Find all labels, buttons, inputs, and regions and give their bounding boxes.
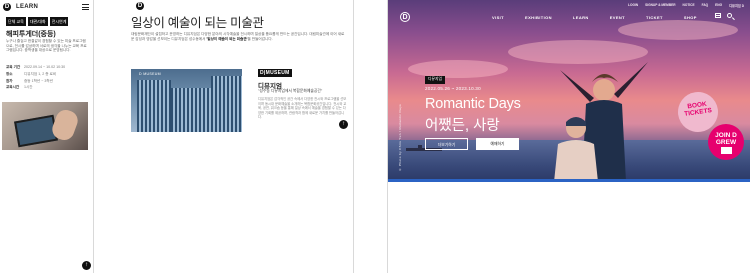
info-row: 장소 디뮤지엄 1, 2 층 로비 [6, 71, 88, 78]
program-info: 교육 기간 2022.09.14 ~ 10.02 10:30 장소 디뮤지엄 1, … [6, 64, 88, 91]
nav-notice[interactable]: NOTICE [683, 3, 695, 8]
program-title: 해피투게더(중등) [6, 31, 56, 38]
museum-logo-badge: D|MUSEUM [258, 69, 292, 77]
nav-login[interactable]: LOGIN [628, 3, 638, 8]
nav-visit[interactable]: VISIT [492, 15, 504, 20]
tab-rental[interactable]: 대관/대화 [27, 17, 48, 26]
info-label: 교육시간 [6, 85, 20, 90]
nav-family-site[interactable]: 디뮤지엄 D [729, 3, 744, 8]
nav-lang[interactable]: ENG [715, 3, 722, 8]
museum-tagline: "성수동 디뮤지엄에서 복합문화예술공간" [258, 89, 323, 93]
info-value: 2022.09.14 ~ 10.02 10:30 [24, 65, 66, 69]
cloud-shape [618, 20, 738, 40]
hero-panel: LOGIN SIGNUP & MEMBER NOTICE FAQ ENG 디뮤지… [388, 0, 750, 182]
book-button[interactable]: 예매하기 [476, 138, 519, 150]
info-row: 교육 기간 2022.09.14 ~ 10.02 10:30 [6, 64, 88, 71]
join-sticker-label: JOIN D GREW [715, 132, 737, 146]
panel-divider [353, 0, 354, 273]
mobile-learn-panel: D LEARN 단체 교육 대관/대화 전시연계 해피투게더(중등) 누구나 즐… [0, 0, 93, 273]
info-value: 디뮤지엄 1, 2 층 로비 [24, 71, 57, 76]
intro-emphasis: '일상이 예술이 되는 미술관' [206, 37, 248, 41]
scroll-top-button[interactable]: ↑ [339, 120, 348, 129]
exhibition-title: Romantic Days [425, 96, 521, 112]
panel-divider [93, 0, 94, 273]
nav-ticket[interactable]: TICKET [646, 15, 663, 20]
info-row: 교육시간 1시간 [6, 84, 88, 91]
cloud-shape [408, 60, 508, 78]
museum-building-photo: D MUSEUM [131, 69, 242, 132]
tab-exhibition-linked[interactable]: 전시연계 [49, 17, 69, 26]
person-silhouette [554, 117, 598, 182]
scroll-top-button[interactable]: ↑ [82, 261, 91, 270]
utility-nav: LOGIN SIGNUP & MEMBER NOTICE FAQ ENG 디뮤지… [628, 3, 744, 8]
ticket-icon [720, 147, 732, 154]
search-icon[interactable] [727, 13, 732, 18]
exhibition-date: 2022.05.26 ~ 2023.10.30 [425, 86, 481, 91]
nav-learn[interactable]: LEARN [573, 15, 589, 20]
nav-faq[interactable]: FAQ [702, 3, 709, 8]
more-button[interactable]: 더보기하기 [425, 138, 468, 150]
building-shape [211, 76, 242, 132]
calendar-icon[interactable] [715, 13, 721, 18]
nav-exhibition[interactable]: EXHIBITION [525, 15, 552, 20]
program-description: 누구나 즐겁고 한결같이 경험할 수 있는 미술 프로그램으로, 전시를 감상하… [6, 39, 87, 53]
museum-description: 디뮤지엄은 감각적인 공간 속에서 다양한 전시와 프로그램을 선보이며 동시대… [258, 97, 347, 120]
header-icons [715, 13, 732, 18]
lighthouse-shape [418, 145, 422, 149]
info-label: 참가 [6, 78, 13, 83]
photo-credit: © Photo by Chris Yun / Romantic Days [398, 104, 402, 172]
mobile-header: D LEARN [3, 3, 89, 13]
building-shape [171, 88, 211, 132]
intro-end: 을 만들어갑니다. [247, 37, 273, 41]
nav-event[interactable]: EVENT [610, 15, 625, 20]
info-row: 참가 중등 1학년 ~ 3학년 [6, 78, 88, 85]
info-value: 1시간 [24, 85, 33, 90]
nav-signup[interactable]: SIGNUP & MEMBER [645, 3, 675, 8]
exhibition-badge: 디뮤지엄 [425, 76, 445, 84]
category-tabs: 단체 교육 대관/대화 전시연계 [6, 17, 69, 26]
building-shape [137, 80, 171, 132]
d-logo[interactable]: D [136, 2, 144, 10]
d-logo[interactable]: D [400, 12, 410, 22]
desktop-about-panel: D 일상이 예술이 되는 미술관 대림문화재단이 설립하고 운영하는 디뮤지엄은… [127, 0, 353, 273]
section-title: LEARN [16, 4, 39, 10]
join-sticker[interactable]: JOIN D GREW [708, 124, 744, 160]
main-nav: VISIT EXHIBITION LEARN EVENT TICKET SHOP [492, 15, 697, 20]
program-photo [2, 102, 88, 150]
intro-text: 대림문화재단이 설립하고 운영하는 디뮤지엄은 다양한 분야의 시각예술을 전시… [131, 32, 345, 42]
hero-bottom-bar [388, 179, 750, 182]
info-value: 중등 1학년 ~ 3학년 [24, 78, 53, 83]
info-label: 장소 [6, 71, 13, 76]
info-label: 교육 기간 [6, 65, 21, 69]
building-sign: D MUSEUM [139, 72, 161, 76]
nav-shop[interactable]: SHOP [684, 15, 697, 20]
tab-group-education[interactable]: 단체 교육 [6, 17, 26, 26]
menu-icon[interactable] [82, 4, 89, 10]
page-title: 일상이 예술이 되는 미술관 [131, 16, 264, 30]
exhibition-subtitle: 어쨌든, 사랑 [425, 118, 500, 134]
d-logo[interactable]: D [3, 3, 11, 11]
